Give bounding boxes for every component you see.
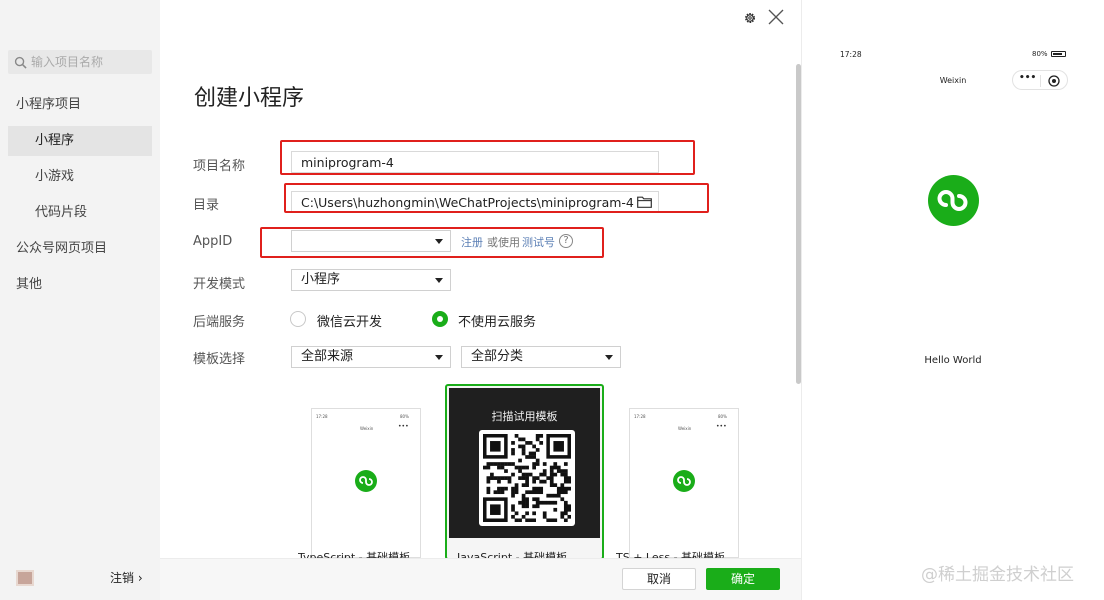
mini-nav-title: Weixin bbox=[678, 426, 692, 431]
radio-no-cloud[interactable] bbox=[432, 311, 448, 327]
template-category-select[interactable]: 全部分类 bbox=[461, 346, 621, 368]
target-icon bbox=[1048, 75, 1060, 87]
chevron-down-icon bbox=[435, 278, 443, 283]
radio-cloud-dev[interactable] bbox=[290, 311, 306, 327]
preview-hello-text: Hello World bbox=[924, 355, 982, 366]
sidebar-footer: 注销 › bbox=[0, 566, 160, 590]
close-icon[interactable] bbox=[768, 9, 784, 25]
mini-nav-title: Weixin bbox=[360, 426, 374, 431]
chevron-down-icon bbox=[435, 355, 443, 360]
radio-cloud-dev-label[interactable]: 微信云开发 bbox=[317, 311, 382, 330]
radio-no-cloud-label[interactable]: 不使用云服务 bbox=[458, 311, 536, 330]
template-label: 模板选择 bbox=[193, 352, 246, 367]
gear-icon[interactable] bbox=[743, 11, 757, 25]
preview-capsule: ••• bbox=[1012, 70, 1068, 90]
backend-label: 后端服务 bbox=[193, 315, 246, 330]
scan-title: 扫描试用模板 bbox=[491, 410, 558, 423]
mini-battery: 80% bbox=[400, 414, 409, 419]
template-card-typescript[interactable]: 17:28 80% Weixin ••• bbox=[311, 408, 421, 558]
dev-mode-value: 小程序 bbox=[301, 272, 341, 287]
template-card-javascript[interactable]: 扫描试用模板 bbox=[445, 384, 604, 560]
qr-code-icon bbox=[479, 430, 575, 526]
watermark: @稀土掘金技术社区 bbox=[921, 565, 1074, 585]
template-category-value: 全部分类 bbox=[471, 349, 524, 364]
chevron-down-icon bbox=[605, 355, 613, 360]
dev-mode-label: 开发模式 bbox=[193, 277, 246, 292]
battery-icon bbox=[1051, 51, 1066, 57]
phone-preview bbox=[801, 0, 1104, 600]
directory-label: 目录 bbox=[193, 198, 220, 213]
sidebar-item-miniprogram-project[interactable]: 小程序项目 bbox=[0, 90, 160, 120]
highlight-box-appid bbox=[260, 227, 604, 258]
sidebar-item-miniprogram[interactable]: 小程序 bbox=[8, 126, 152, 156]
appid-label: AppID bbox=[193, 234, 233, 249]
mini-battery: 80% bbox=[718, 414, 727, 419]
miniprogram-logo-icon bbox=[355, 470, 377, 492]
logout-link[interactable]: 注销 › bbox=[110, 569, 143, 586]
cancel-button[interactable]: 取消 bbox=[622, 568, 696, 590]
highlight-box-directory bbox=[284, 183, 709, 213]
avatar[interactable] bbox=[16, 570, 34, 586]
more-icon: ••• bbox=[1019, 73, 1037, 83]
search-input[interactable] bbox=[31, 55, 141, 69]
preview-battery: 80% bbox=[1032, 50, 1048, 58]
sidebar-item-minigame[interactable]: 小游戏 bbox=[0, 162, 160, 192]
mini-time: 17:28 bbox=[634, 414, 646, 419]
sidebar-item-other[interactable]: 其他 bbox=[0, 270, 160, 300]
project-search[interactable] bbox=[8, 50, 152, 74]
preview-time: 17:28 bbox=[840, 50, 862, 59]
more-icon: ••• bbox=[398, 423, 409, 430]
page-title: 创建小程序 bbox=[194, 86, 305, 111]
highlight-box-project-name bbox=[280, 140, 695, 175]
more-icon: ••• bbox=[716, 423, 727, 430]
mini-time: 17:28 bbox=[316, 414, 328, 419]
dev-mode-select[interactable]: 小程序 bbox=[291, 269, 451, 291]
confirm-button[interactable]: 确定 bbox=[706, 568, 780, 590]
sidebar-item-official-web[interactable]: 公众号网页项目 bbox=[0, 234, 160, 264]
scan-overlay: 扫描试用模板 bbox=[449, 388, 600, 538]
sidebar: 小程序项目 小程序 小游戏 代码片段 公众号网页项目 其他 注销 › bbox=[0, 0, 160, 600]
sidebar-item-code-snippet[interactable]: 代码片段 bbox=[0, 198, 160, 228]
template-source-value: 全部来源 bbox=[301, 349, 354, 364]
template-card-ts-less[interactable]: 17:28 80% Weixin ••• bbox=[629, 408, 739, 558]
preview-nav-title: Weixin bbox=[939, 76, 967, 85]
search-icon bbox=[14, 56, 27, 69]
miniprogram-logo-icon bbox=[673, 470, 695, 492]
miniprogram-logo-icon bbox=[928, 175, 979, 226]
capsule-divider bbox=[1040, 75, 1041, 87]
template-source-select[interactable]: 全部来源 bbox=[291, 346, 451, 368]
project-name-label: 项目名称 bbox=[193, 159, 246, 174]
bottom-bar bbox=[160, 558, 801, 600]
